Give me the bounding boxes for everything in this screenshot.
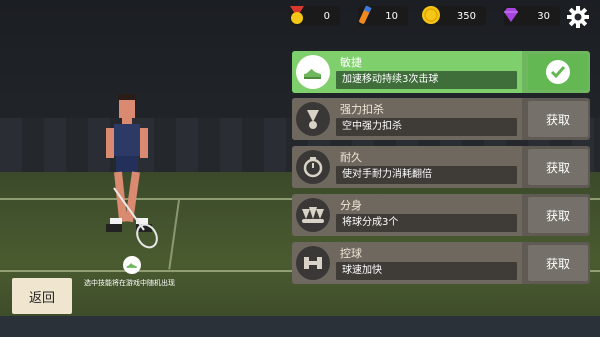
back-button[interactable]: 返回 xyxy=(12,278,72,314)
resource-tubes: 10 xyxy=(358,5,408,26)
resource-value: 350 xyxy=(456,10,476,22)
skill-card-agility[interactable]: 敏捷 加速移动持续3次击球 xyxy=(292,51,590,93)
skill-title: 分身 xyxy=(340,199,362,212)
skill-card-power-smash[interactable]: 强力扣杀 空中强力扣杀 获取 xyxy=(292,98,590,140)
resource-coins: 350 xyxy=(422,6,486,26)
shuttle-tube-icon xyxy=(354,4,376,26)
medal-icon xyxy=(286,4,308,26)
split-shuttle-icon xyxy=(296,198,330,232)
resource-value: 30 xyxy=(537,10,550,22)
shuttlecock-icon xyxy=(296,102,330,136)
gear-icon xyxy=(567,6,589,28)
coin-icon xyxy=(420,4,442,26)
skill-description: 空中强力扣杀 xyxy=(336,118,517,136)
checkmark-icon xyxy=(546,60,570,84)
skill-description: 使对手耐力消耗翻倍 xyxy=(336,166,517,184)
stopwatch-icon xyxy=(296,150,330,184)
dumbbell-icon xyxy=(296,246,330,280)
get-skill-button[interactable]: 获取 xyxy=(528,245,588,281)
diamond-icon xyxy=(500,4,522,26)
resource-diamonds: 30 xyxy=(504,6,560,26)
get-skill-button[interactable]: 获取 xyxy=(528,197,588,233)
hint-text: 选中技能将在游戏中随机出现 xyxy=(84,279,175,287)
skill-description: 将球分成3个 xyxy=(336,214,517,232)
resource-value: 10 xyxy=(385,10,398,22)
shoe-icon xyxy=(296,55,330,89)
skill-card-control[interactable]: 控球 球速加快 获取 xyxy=(292,242,590,284)
skill-title: 耐久 xyxy=(340,151,362,164)
selected-check-button[interactable] xyxy=(528,54,588,90)
player-character xyxy=(106,94,158,249)
skill-title: 控球 xyxy=(340,247,362,260)
get-skill-button[interactable]: 获取 xyxy=(528,101,588,137)
selected-skill-shoe-icon xyxy=(123,256,141,274)
resource-value: 0 xyxy=(323,10,330,22)
skill-title: 强力扣杀 xyxy=(340,103,384,116)
resource-medal: 0 xyxy=(290,6,340,26)
bottom-bar xyxy=(0,316,600,337)
skill-card-split[interactable]: 分身 将球分成3个 获取 xyxy=(292,194,590,236)
settings-button[interactable] xyxy=(567,6,589,28)
get-skill-button[interactable]: 获取 xyxy=(528,149,588,185)
skill-description: 加速移动持续3次击球 xyxy=(336,71,517,89)
skill-title: 敏捷 xyxy=(340,56,362,69)
skill-card-endurance[interactable]: 耐久 使对手耐力消耗翻倍 获取 xyxy=(292,146,590,188)
skill-description: 球速加快 xyxy=(336,262,517,280)
